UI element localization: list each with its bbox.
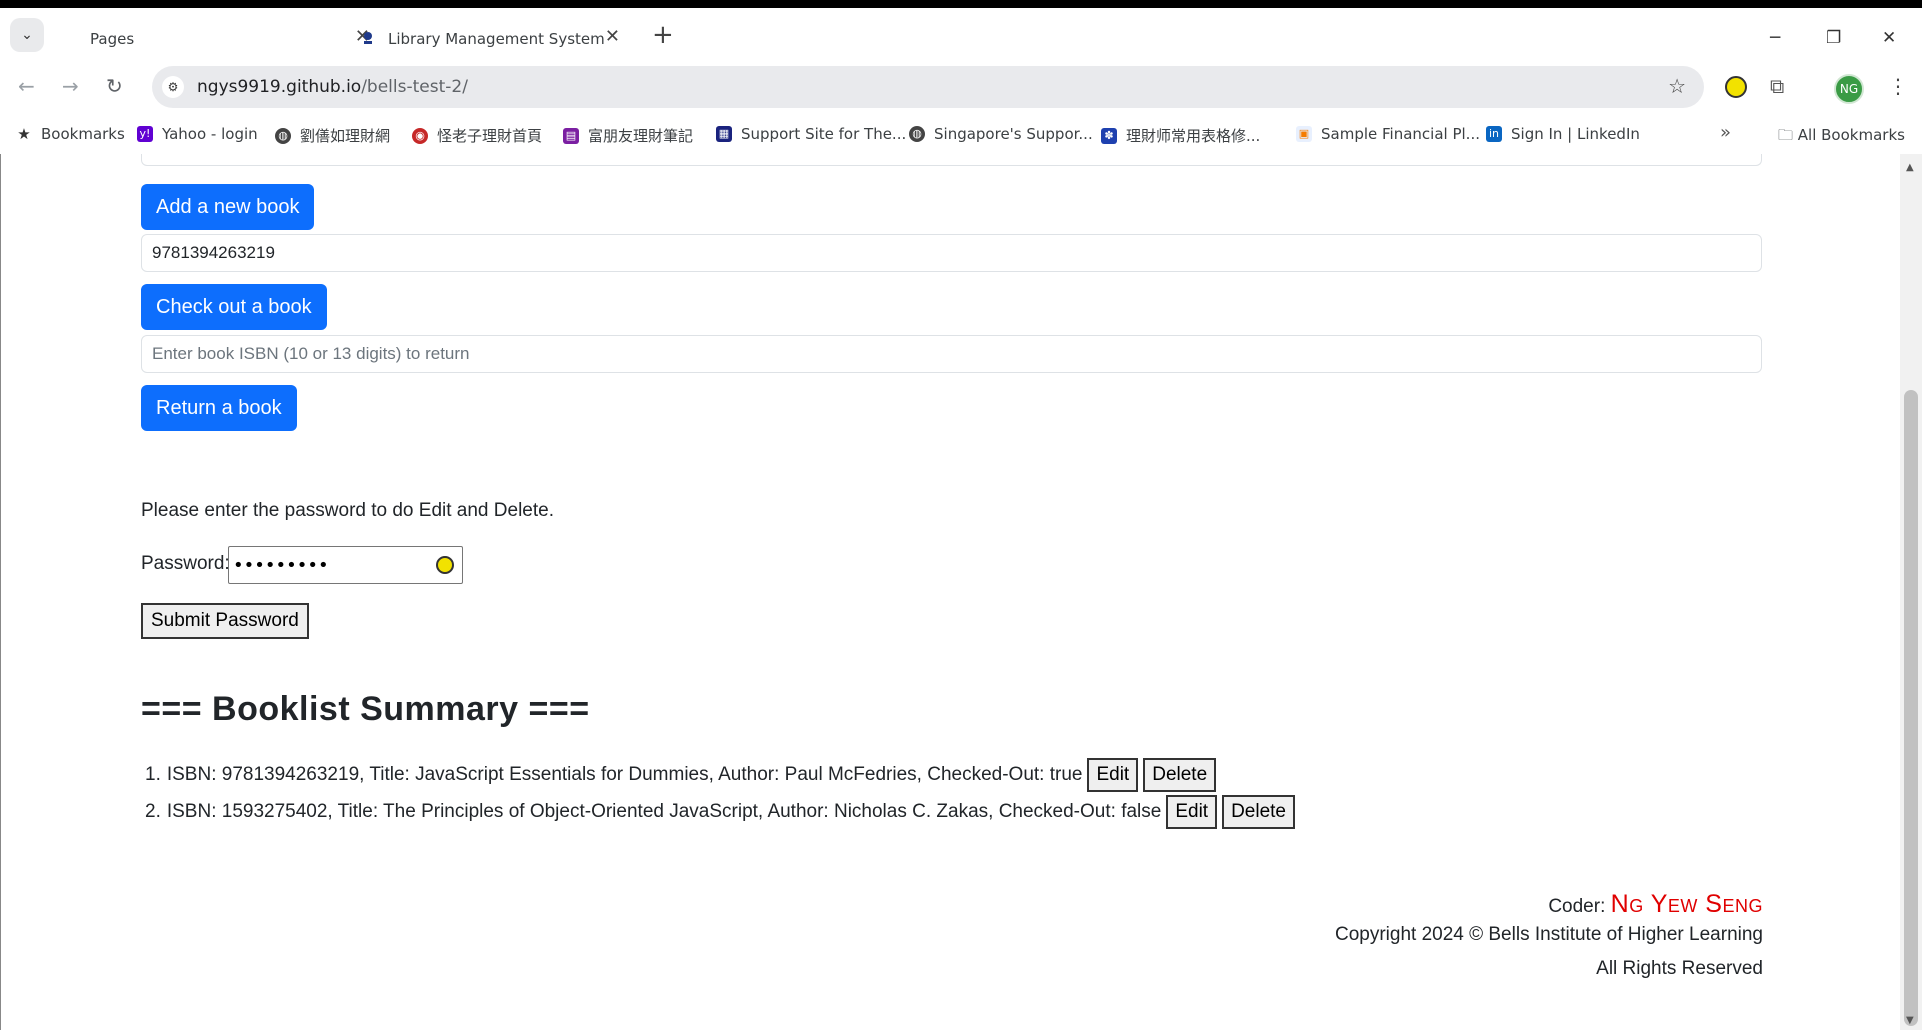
book-list-item: 2. ISBN: 1593275402, Title: The Principl… — [141, 793, 1641, 830]
previous-input-field[interactable] — [141, 154, 1762, 166]
bookmark-label: 怪老子理財首頁 — [437, 127, 543, 145]
return-isbn-input[interactable] — [141, 335, 1762, 373]
edit-book-button[interactable]: Edit — [1166, 794, 1218, 829]
password-manager-icon[interactable] — [436, 556, 454, 574]
all-bookmarks-folder[interactable]: 🗀 All Bookmarks — [1778, 125, 1905, 150]
add-book-button[interactable]: Add a new book — [141, 184, 315, 230]
bookmark-4[interactable]: ▤ 富朋友理財筆記 — [563, 125, 693, 146]
flame-icon: ◉ — [412, 127, 428, 144]
scroll-up-arrow-icon[interactable]: ▲ — [1906, 162, 1914, 173]
book-details: ISBN: 1593275402, Title: The Principles … — [166, 800, 1162, 822]
extensions-puzzle-icon[interactable]: ⧉ — [1770, 74, 1792, 98]
more-bookmarks-icon[interactable]: » — [1720, 122, 1731, 143]
url-path: /bells-test-2/ — [361, 77, 468, 97]
close-tab-icon[interactable]: ✕ — [605, 26, 620, 47]
book-number: 2. — [145, 800, 161, 822]
book-number: 1. — [145, 763, 161, 785]
site-info-icon[interactable]: ⚙ — [162, 76, 184, 98]
tab-label: Library Management System — [388, 30, 605, 48]
bookmark-star-icon[interactable]: ☆ — [1668, 74, 1686, 98]
bookmark-label: Singapore's Suppor... — [934, 125, 1093, 143]
tab-library-management-system[interactable]: Library Management System ✕ — [360, 18, 630, 58]
bookmark-2[interactable]: ◍ 劉僐如理財網 — [275, 125, 390, 146]
linkedin-icon: in — [1486, 126, 1502, 142]
folder-icon: 🗀 — [1778, 126, 1798, 144]
checkout-book-button[interactable]: Check out a book — [141, 284, 327, 330]
grid-icon: ▦ — [716, 126, 732, 142]
coder-name: Ng Yew Seng — [1610, 890, 1763, 918]
password-input[interactable] — [233, 549, 428, 581]
book-list: 1. ISBN: 9781394263219, Title: JavaScrip… — [141, 756, 1641, 830]
bookmark-label: Sample Financial Pl... — [1321, 125, 1480, 143]
all-bookmarks-label: All Bookmarks — [1797, 126, 1905, 144]
delete-book-button[interactable]: Delete — [1143, 757, 1217, 792]
bookmarks-bar: ★ Bookmarks y! Yahoo - login ◍ 劉僐如理財網 ◉ … — [0, 114, 1922, 154]
bookmark-label: Bookmarks — [41, 125, 125, 143]
bookmark-8[interactable]: ▣ Sample Financial Pl... — [1296, 125, 1480, 143]
notebook-icon: ▤ — [563, 127, 579, 144]
return-book-button[interactable]: Return a book — [141, 385, 297, 431]
reload-icon[interactable]: ↻ — [106, 74, 123, 98]
doc-icon: ▣ — [1296, 126, 1312, 142]
bookmark-label: 富朋友理財筆記 — [588, 127, 694, 145]
address-bar[interactable]: ⚙ ngys9919.github.io/bells-test-2/ ☆ — [152, 66, 1704, 108]
minimize-icon[interactable]: ─ — [1770, 28, 1780, 48]
rights-text: All Rights Reserved — [1596, 958, 1763, 979]
page-scrollbar[interactable]: ▲ ▼ — [1900, 154, 1922, 1030]
submit-password-button[interactable]: Submit Password — [141, 603, 309, 639]
bookmark-bookmarks[interactable]: ★ Bookmarks — [16, 125, 125, 143]
browser-toolbar: ← → ↻ ⚙ ngys9919.github.io/bells-test-2/… — [0, 62, 1922, 114]
copyright-text: Copyright 2024 © Bells Institute of High… — [1334, 924, 1763, 945]
close-window-icon[interactable]: ✕ — [1882, 28, 1896, 48]
book-list-item: 1. ISBN: 9781394263219, Title: JavaScrip… — [141, 756, 1641, 793]
password-instruction: Please enter the password to do Edit and… — [141, 500, 554, 521]
bookmark-label: 劉僐如理財網 — [300, 127, 391, 145]
password-label: Password: — [141, 553, 230, 574]
bookmark-label: Support Site for The... — [741, 125, 907, 143]
url-host: ngys9919.github.io — [197, 77, 362, 97]
scrollbar-thumb[interactable] — [1904, 390, 1918, 1026]
checkout-isbn-input[interactable] — [141, 234, 1762, 272]
browser-menu-icon[interactable]: ⋮ — [1888, 74, 1908, 98]
bookmark-label: Sign In | LinkedIn — [1511, 125, 1640, 143]
tab-bar: ⌄ Pages ✕ Library Management System ✕ + … — [0, 8, 1922, 62]
edit-book-button[interactable]: Edit — [1087, 757, 1139, 792]
coder-line: Coder: Ng Yew Seng — [1063, 890, 1763, 924]
book-details: ISBN: 9781394263219, Title: JavaScript E… — [166, 763, 1083, 785]
password-field-wrapper[interactable] — [228, 546, 463, 584]
back-icon[interactable]: ← — [18, 74, 35, 98]
tab-label: Pages — [90, 30, 135, 48]
paw-icon: ✽ — [1101, 127, 1117, 144]
bookmark-yahoo[interactable]: y! Yahoo - login — [137, 125, 258, 143]
yahoo-icon: y! — [137, 126, 153, 142]
bookmark-label: 理財师常用表格修... — [1126, 127, 1261, 145]
new-tab-icon[interactable]: + — [652, 22, 674, 48]
booklist-summary-heading: === Booklist Summary === — [141, 690, 590, 728]
extension-icon[interactable] — [1725, 76, 1747, 98]
coder-label: Coder: — [1548, 896, 1606, 917]
tab-search-icon[interactable]: ⌄ — [10, 18, 44, 52]
star-icon: ★ — [17, 125, 31, 143]
profile-avatar[interactable]: NG — [1834, 74, 1864, 104]
bookmark-linkedin[interactable]: in Sign In | LinkedIn — [1486, 125, 1640, 143]
restore-icon[interactable]: ❐ — [1826, 28, 1841, 48]
globe-icon: ◍ — [275, 127, 291, 144]
url-text[interactable]: ngys9919.github.io/bells-test-2/ — [197, 77, 468, 97]
bookmark-5[interactable]: ▦ Support Site for The... — [716, 125, 906, 143]
bookmark-7[interactable]: ✽ 理財师常用表格修... — [1101, 125, 1260, 146]
page-viewport: Add a new book Check out a book Return a… — [0, 154, 1922, 1030]
bookmark-6[interactable]: ◍ Singapore's Suppor... — [909, 125, 1093, 143]
scroll-down-arrow-icon[interactable]: ▼ — [1906, 1015, 1914, 1026]
bookmark-3[interactable]: ◉ 怪老子理財首頁 — [412, 125, 542, 146]
globe-icon: ◍ — [909, 126, 925, 142]
bells-favicon-icon — [364, 32, 372, 44]
tab-pages[interactable]: Pages ✕ — [90, 18, 380, 58]
delete-book-button[interactable]: Delete — [1222, 794, 1295, 829]
forward-icon[interactable]: → — [62, 74, 79, 98]
page-footer: Coder: Ng Yew Seng Copyright 2024 © Bell… — [1063, 890, 1763, 992]
window-top-strip — [0, 0, 1922, 8]
bookmark-label: Yahoo - login — [162, 125, 258, 143]
